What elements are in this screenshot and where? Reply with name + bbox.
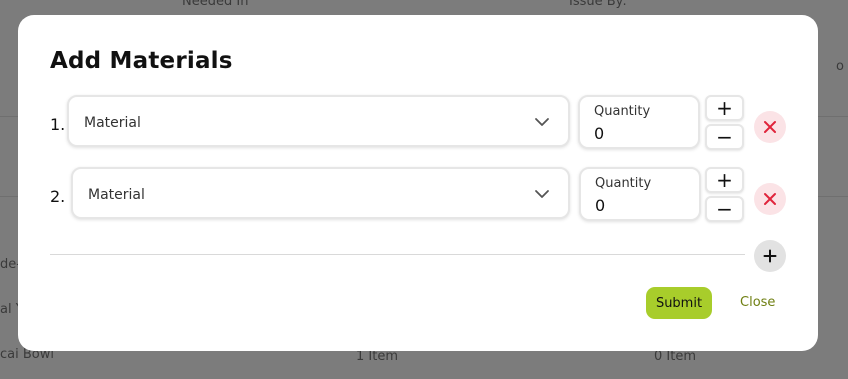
decrement-button[interactable]: − bbox=[705, 196, 744, 222]
row-number: 2. bbox=[50, 187, 66, 206]
quantity-input[interactable] bbox=[595, 196, 685, 215]
quantity-field: Quantity bbox=[579, 167, 701, 221]
chevron-down-icon bbox=[535, 190, 549, 198]
row-number: 1. bbox=[50, 115, 66, 134]
modal-title: Add Materials bbox=[50, 48, 233, 74]
add-materials-modal: Add Materials 1. Material Quantity + − 2… bbox=[18, 15, 818, 351]
quantity-label: Quantity bbox=[594, 104, 651, 119]
chevron-down-icon bbox=[535, 118, 549, 126]
material-select[interactable]: Material bbox=[67, 95, 570, 147]
divider bbox=[50, 254, 745, 255]
quantity-label: Quantity bbox=[595, 176, 652, 191]
material-row: 1. Material Quantity + − bbox=[18, 95, 818, 153]
background-fragment: o bbox=[836, 59, 844, 74]
quantity-field: Quantity bbox=[578, 95, 700, 149]
material-select-label: Material bbox=[88, 187, 145, 203]
close-icon bbox=[764, 193, 776, 205]
quantity-input[interactable] bbox=[594, 124, 684, 143]
column-header-needed-in: Needed In bbox=[182, 0, 249, 9]
decrement-button[interactable]: − bbox=[705, 124, 744, 150]
column-header-issue-by: Issue By: bbox=[569, 0, 627, 9]
plus-icon bbox=[763, 249, 777, 263]
close-icon bbox=[764, 121, 776, 133]
close-button[interactable]: Close bbox=[730, 287, 785, 319]
background-row-count: 0 Item bbox=[654, 349, 696, 364]
remove-row-button[interactable] bbox=[754, 183, 786, 215]
background-row-count: 1 Item bbox=[356, 349, 398, 364]
material-row: 2. Material Quantity + − bbox=[18, 167, 818, 225]
increment-button[interactable]: + bbox=[705, 95, 744, 121]
submit-button[interactable]: Submit bbox=[646, 287, 712, 319]
material-select-label: Material bbox=[84, 115, 141, 131]
remove-row-button[interactable] bbox=[754, 111, 786, 143]
add-row-button[interactable] bbox=[754, 240, 786, 272]
increment-button[interactable]: + bbox=[705, 167, 744, 193]
material-select[interactable]: Material bbox=[71, 167, 570, 219]
